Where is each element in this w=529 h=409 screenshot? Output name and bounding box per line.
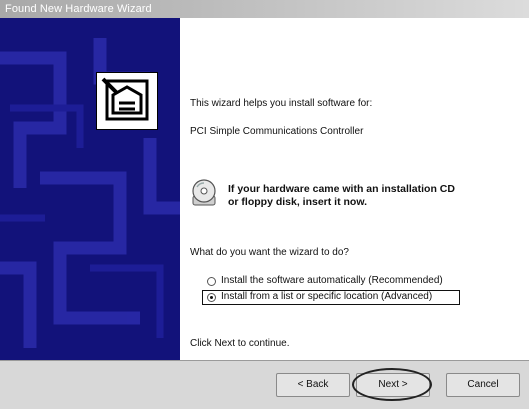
question-text: What do you want the wizard to do? [190,247,349,258]
wizard-content: This wizard helps you install software f… [180,18,529,360]
cd-disk-icon [191,178,217,208]
insert-media-message: If your hardware came with an installati… [228,183,455,209]
continue-hint: Click Next to continue. [190,338,290,349]
option-list-label[interactable]: Install from a list or specific location… [221,291,432,302]
option-automatic-label[interactable]: Install the software automatically (Reco… [221,275,443,286]
hardware-wizard-icon [96,72,158,130]
wizard-button-bar: < Back Next > Cancel [0,360,529,409]
wizard-window: Found New Hardware Wizard This wizard he… [0,0,529,409]
insert-media-line-1: If your hardware came with an installati… [228,183,455,195]
window-title: Found New Hardware Wizard [0,0,529,18]
next-button[interactable]: Next > [356,373,430,397]
cancel-button[interactable]: Cancel [446,373,520,397]
back-button[interactable]: < Back [276,373,350,397]
radio-install-automatic[interactable] [207,277,216,286]
intro-text: This wizard helps you install software f… [190,98,373,109]
banner-pattern [0,38,180,348]
device-name: PCI Simple Communications Controller [190,126,364,137]
wizard-side-banner [0,18,180,360]
insert-media-line-2: or floppy disk, insert it now. [228,196,368,208]
radio-install-from-list[interactable] [207,293,216,302]
